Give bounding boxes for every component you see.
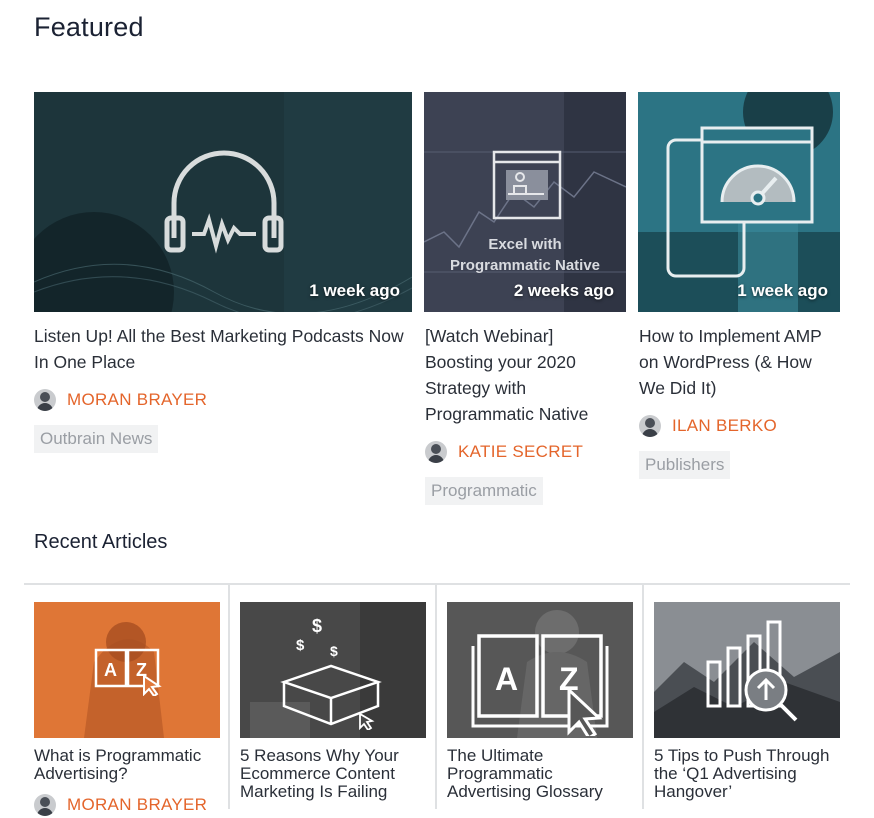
recent-articles-heading: Recent Articles xyxy=(34,531,168,553)
book-az-icon: A Z xyxy=(471,634,609,736)
avatar xyxy=(34,794,56,816)
featured-card-2-time: 2 weeks ago xyxy=(513,281,614,300)
featured-card-1-tag[interactable]: Outbrain News xyxy=(34,425,159,453)
recent-card-1-author[interactable]: MORAN BRAYER xyxy=(34,792,207,818)
avatar xyxy=(34,389,56,411)
column-divider xyxy=(228,585,230,809)
recent-card-3-title[interactable]: The Ultimate Programmatic Advertising Gl… xyxy=(447,747,637,801)
featured-card-2-author[interactable]: KATIE SECRET xyxy=(425,439,583,465)
column-divider xyxy=(435,585,437,809)
recent-card-1-image[interactable]: A Z xyxy=(34,602,220,738)
featured-card-1-author[interactable]: MORAN BRAYER xyxy=(34,387,207,413)
avatar xyxy=(639,415,661,437)
image-caption: Excel with Programmatic Native xyxy=(449,236,601,274)
svg-text:A: A xyxy=(104,660,117,680)
recent-card-2-title[interactable]: 5 Reasons Why Your Ecommerce Content Mar… xyxy=(240,747,430,801)
speed-gauge-icon xyxy=(666,126,814,278)
bar-chart-magnifier-icon xyxy=(706,620,798,722)
open-box-dollar-icon: $ $ $ xyxy=(280,616,382,730)
author-name[interactable]: ILAN BERKO xyxy=(672,416,777,436)
featured-card-2-tag[interactable]: Programmatic xyxy=(425,477,543,505)
author-name[interactable]: KATIE SECRET xyxy=(458,442,583,462)
author-name[interactable]: MORAN BRAYER xyxy=(67,795,207,815)
book-az-icon: A Z xyxy=(94,648,162,696)
featured-heading: Featured xyxy=(34,12,144,42)
author-name[interactable]: MORAN BRAYER xyxy=(67,390,207,410)
featured-card-2-image[interactable]: Excel with Programmatic Native 2 weeks a… xyxy=(424,92,626,312)
svg-text:$: $ xyxy=(296,637,305,654)
featured-card-3-title[interactable]: How to Implement AMP on WordPress (& How… xyxy=(639,323,839,401)
featured-card-3-tag[interactable]: Publishers xyxy=(639,451,731,479)
featured-card-3-author[interactable]: ILAN BERKO xyxy=(639,413,777,439)
headphones-icon xyxy=(164,150,284,254)
svg-text:A: A xyxy=(495,661,518,697)
featured-card-3-image[interactable]: 1 week ago xyxy=(638,92,840,312)
svg-text:$: $ xyxy=(330,643,338,659)
presentation-icon xyxy=(492,150,562,220)
recent-card-3-image[interactable]: A Z xyxy=(447,602,633,738)
featured-card-2-title[interactable]: [Watch Webinar] Boosting your 2020 Strat… xyxy=(425,323,621,427)
avatar xyxy=(425,441,447,463)
recent-card-4-image[interactable] xyxy=(654,602,840,738)
featured-card-1-image[interactable]: 1 week ago xyxy=(34,92,412,312)
featured-card-1-title[interactable]: Listen Up! All the Best Marketing Podcas… xyxy=(34,323,412,375)
featured-card-1-time: 1 week ago xyxy=(309,281,400,300)
recent-card-4-title[interactable]: 5 Tips to Push Through the ‘Q1 Advertisi… xyxy=(654,747,844,801)
column-divider xyxy=(642,585,644,809)
recent-card-1-title[interactable]: What is Programmatic Advertising? xyxy=(34,747,224,783)
featured-card-3-time: 1 week ago xyxy=(737,281,828,300)
svg-text:$: $ xyxy=(312,616,322,636)
recent-card-2-image[interactable]: $ $ $ xyxy=(240,602,426,738)
recent-divider xyxy=(24,583,850,585)
